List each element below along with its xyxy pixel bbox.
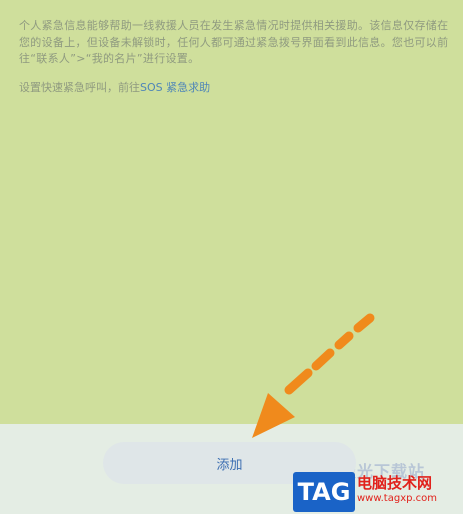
arrow-dash-1 <box>353 313 375 333</box>
arrow-dash-2 <box>334 331 354 350</box>
site-name: 电脑技术网 <box>357 474 433 492</box>
site-watermark: 电脑技术网 www.tagxp.com <box>357 474 461 506</box>
arrow-dash-3 <box>311 348 335 371</box>
arrow-dash-4 <box>284 368 313 395</box>
tag-logo-text: TAG <box>297 478 351 506</box>
orange-arrow-annotation <box>252 313 375 438</box>
tag-logo: TAG <box>293 472 355 512</box>
site-url: www.tagxp.com <box>357 493 437 504</box>
arrow-head <box>252 393 295 438</box>
